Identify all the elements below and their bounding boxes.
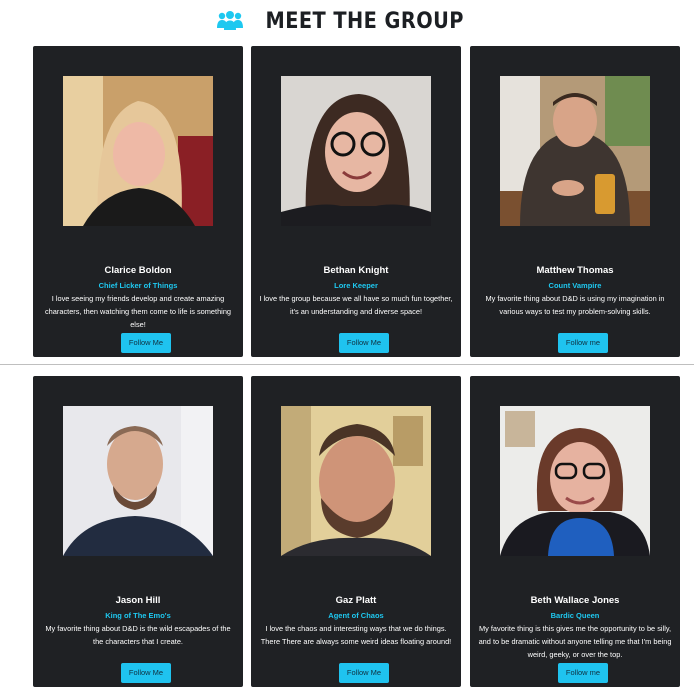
member-photo bbox=[63, 406, 213, 556]
member-card: Clarice Boldon Chief Licker of Things I … bbox=[33, 46, 243, 357]
member-name: Bethan Knight bbox=[323, 265, 389, 276]
page-title: MEET THE GROUP bbox=[265, 8, 465, 34]
member-role: Count Vampire bbox=[548, 281, 602, 290]
follow-button[interactable]: Follow Me bbox=[121, 333, 171, 353]
member-bio: My favorite thing about D&D is using my … bbox=[485, 294, 665, 316]
member-card: Gaz Platt Agent of Chaos I love the chao… bbox=[251, 376, 461, 687]
member-name: Gaz Platt bbox=[335, 595, 377, 606]
follow-button[interactable]: Follow Me bbox=[121, 663, 171, 683]
member-name: Beth Wallace Jones bbox=[530, 595, 620, 606]
page-header: MEET THE GROUP bbox=[0, 6, 694, 36]
member-role: Agent of Chaos bbox=[328, 611, 384, 620]
member-bio: I love the group because we all have so … bbox=[259, 294, 453, 316]
follow-button[interactable]: Follow me bbox=[558, 663, 608, 683]
member-photo bbox=[281, 76, 431, 226]
member-bio: I love seeing my friends develop and cre… bbox=[44, 294, 232, 329]
member-card: Beth Wallace Jones Bardic Queen My favor… bbox=[470, 376, 680, 687]
follow-button[interactable]: Follow Me bbox=[339, 663, 389, 683]
row-divider bbox=[0, 364, 694, 365]
member-card: Jason Hill King of The Emo's My favorite… bbox=[33, 376, 243, 687]
member-bio: I love the chaos and interesting ways th… bbox=[260, 624, 452, 646]
member-photo bbox=[500, 406, 650, 556]
member-name: Clarice Boldon bbox=[104, 265, 172, 276]
member-photo bbox=[500, 76, 650, 226]
member-role: Bardic Queen bbox=[550, 611, 600, 620]
member-photo bbox=[281, 406, 431, 556]
member-bio: My favorite thing about D&D is the wild … bbox=[45, 624, 231, 646]
follow-button[interactable]: Follow Me bbox=[339, 333, 389, 353]
group-icon bbox=[217, 11, 244, 30]
member-card: Matthew Thomas Count Vampire My favorite… bbox=[470, 46, 680, 357]
member-role: Chief Licker of Things bbox=[98, 281, 178, 290]
member-bio: My favorite thing is this gives me the o… bbox=[478, 624, 672, 659]
member-name: Jason Hill bbox=[115, 595, 161, 606]
member-role: King of The Emo's bbox=[105, 611, 171, 620]
member-card: Bethan Knight Lore Keeper I love the gro… bbox=[251, 46, 461, 357]
follow-button[interactable]: Follow me bbox=[558, 333, 608, 353]
member-name: Matthew Thomas bbox=[536, 265, 614, 276]
member-photo bbox=[63, 76, 213, 226]
member-role: Lore Keeper bbox=[334, 281, 378, 290]
